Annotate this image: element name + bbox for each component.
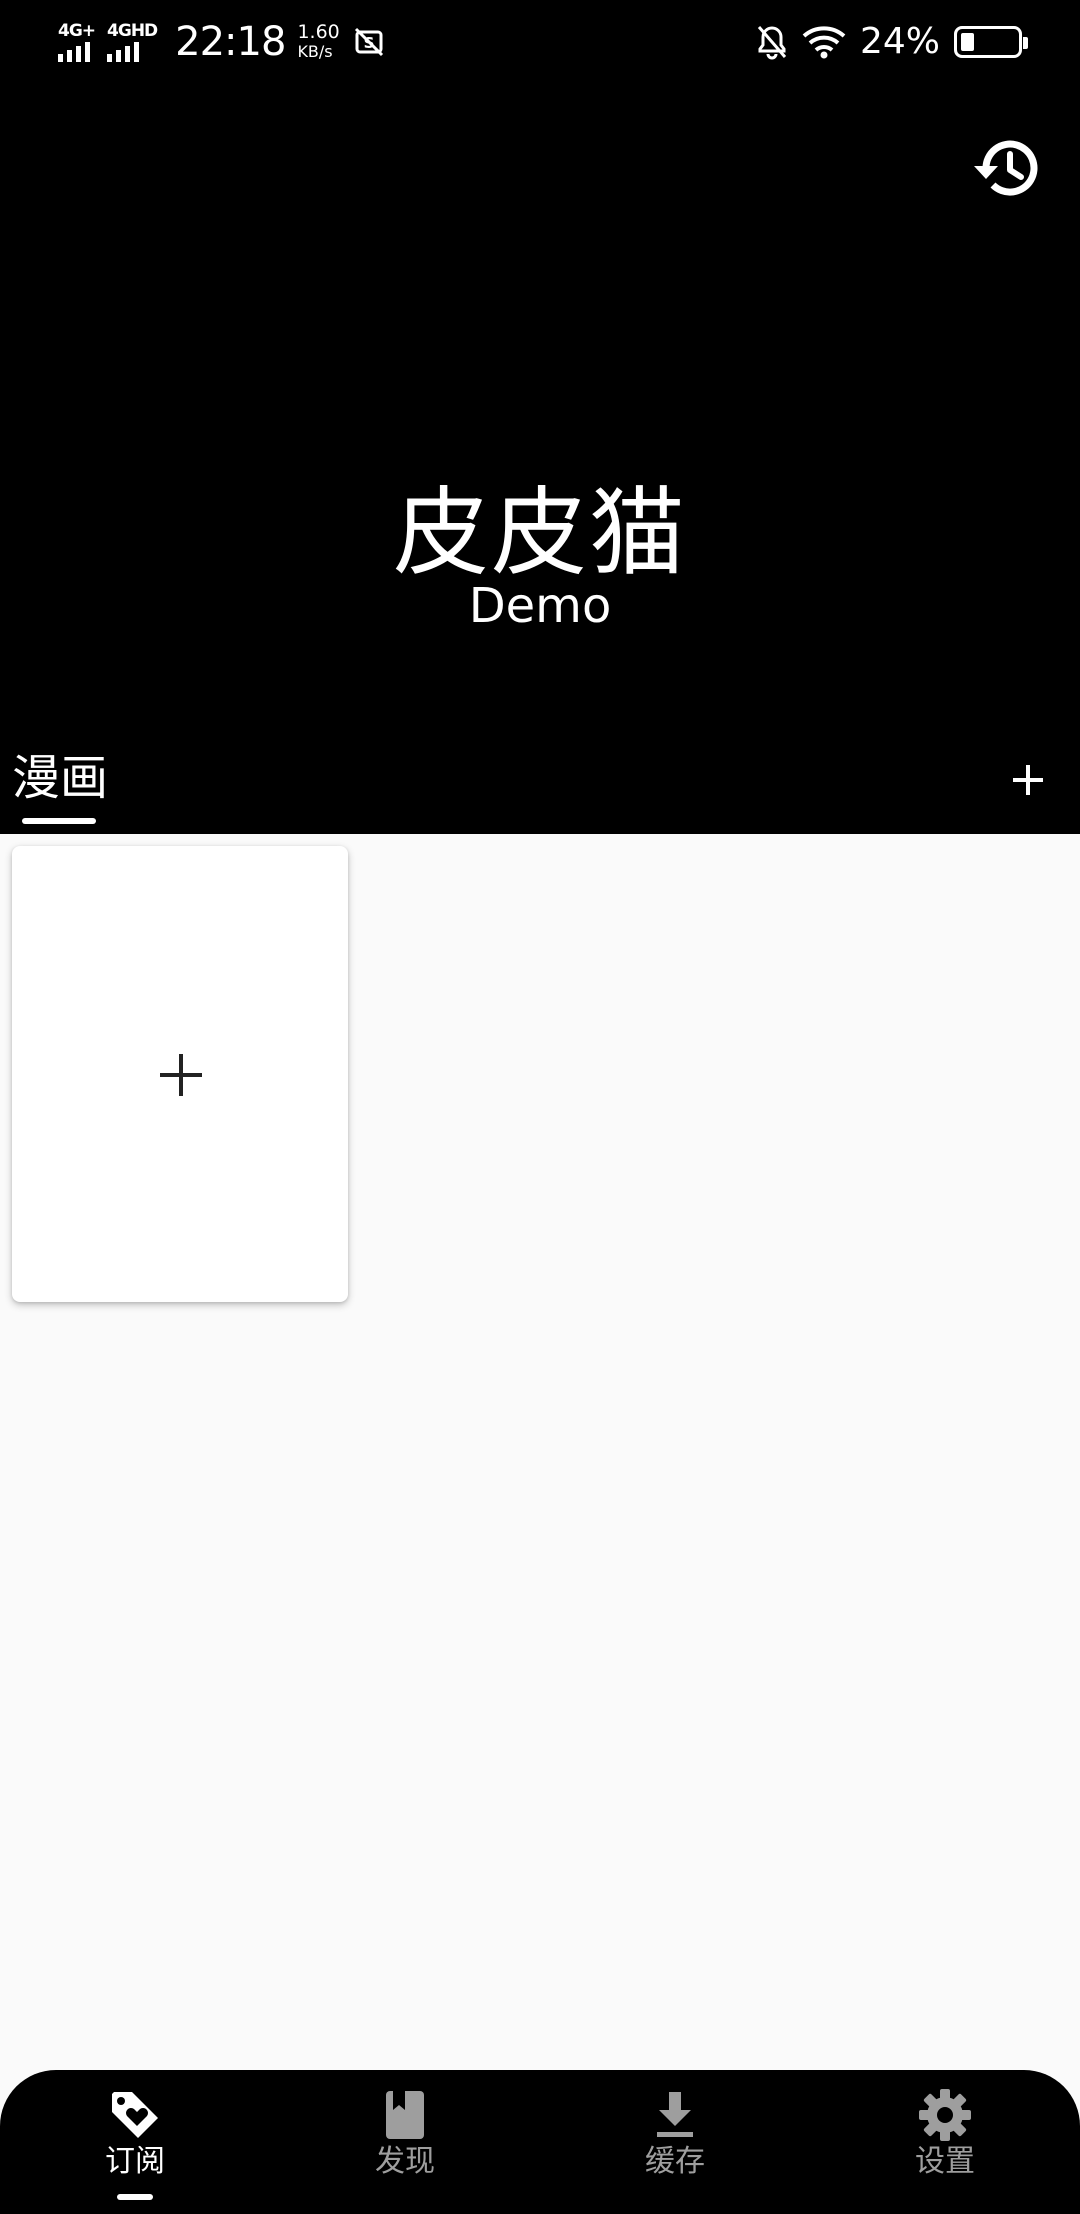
- screenshot-off-icon: S: [354, 27, 383, 57]
- gear-icon: [919, 2089, 971, 2141]
- status-bar-right: 24%: [756, 20, 1028, 64]
- sim1-network-type: 4G+: [58, 21, 96, 41]
- bottom-navigation: 订阅 发现 缓存 设置: [0, 2070, 1080, 2214]
- nav-label: 订阅: [105, 2144, 165, 2179]
- nav-item-settings[interactable]: 设置: [810, 2070, 1080, 2214]
- nav-label: 设置: [915, 2144, 975, 2179]
- download-icon: [657, 2092, 693, 2137]
- signal-bars-icon: [58, 42, 90, 62]
- battery-icon: [954, 26, 1028, 58]
- sim2-network-type: 4GHD: [107, 21, 158, 41]
- app-screen: 4G+ 4GHD 22:18 1.60 KB/s S: [0, 0, 1080, 2214]
- tag-heart-icon: [112, 2092, 158, 2138]
- nav-item-cache[interactable]: 缓存: [540, 2070, 810, 2214]
- subscription-grid: [0, 834, 1080, 2070]
- nav-item-subscribe[interactable]: 订阅: [0, 2070, 270, 2214]
- network-speed-value: 1.60: [297, 21, 340, 43]
- battery-fill: [961, 33, 974, 51]
- plus-icon: [160, 1054, 202, 1096]
- tab-label: 漫画: [12, 750, 109, 806]
- nav-item-discover[interactable]: 发现: [270, 2070, 540, 2214]
- history-icon[interactable]: [972, 132, 1044, 204]
- nav-active-indicator: [117, 2194, 153, 2200]
- network-speed: 1.60 KB/s: [297, 21, 340, 62]
- clock: 22:18: [175, 19, 286, 65]
- status-bar: 4G+ 4GHD 22:18 1.60 KB/s S: [0, 0, 1080, 88]
- app-header: 皮皮猫 Demo 漫画: [0, 88, 1080, 834]
- network-speed-unit: KB/s: [297, 42, 333, 61]
- nav-label: 缓存: [645, 2144, 705, 2179]
- wifi-icon: [802, 26, 846, 59]
- nav-label: 发现: [375, 2144, 435, 2179]
- app-title: 皮皮猫: [393, 477, 687, 589]
- tab-manga[interactable]: 漫画: [12, 746, 108, 826]
- status-bar-left: 4G+ 4GHD 22:18 1.60 KB/s S: [58, 18, 384, 66]
- book-bookmark-icon: [386, 2091, 424, 2139]
- signal-bars-icon: [107, 42, 140, 62]
- sim1-signal: 4G+: [58, 21, 96, 62]
- tab-indicator: [22, 818, 96, 824]
- notifications-off-icon: [757, 26, 787, 60]
- app-subtitle: Demo: [468, 578, 612, 634]
- add-subscription-card[interactable]: [12, 846, 348, 1302]
- add-tab-icon[interactable]: [1006, 758, 1050, 802]
- sim2-signal: 4GHD: [107, 21, 158, 62]
- battery-percent: 24%: [859, 21, 940, 62]
